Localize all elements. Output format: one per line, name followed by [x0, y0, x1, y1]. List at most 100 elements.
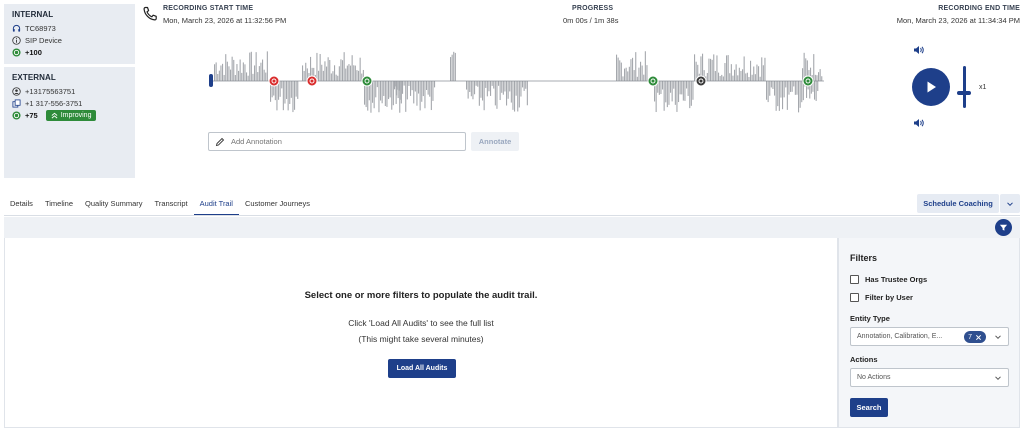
play-button[interactable]: [912, 68, 950, 106]
sentiment-icon: [12, 47, 21, 57]
waveform-bar: [708, 58, 710, 81]
tab-timeline[interactable]: Timeline: [39, 192, 79, 216]
internal-title: INTERNAL: [12, 10, 54, 19]
waveform-bar: [419, 81, 421, 111]
waveform-bar: [734, 69, 736, 81]
waveform-bar: [297, 81, 299, 99]
waveform-bar: [316, 52, 318, 81]
event-marker-comment[interactable]: [695, 75, 707, 87]
waveform-bar: [777, 81, 779, 107]
filter-by-user-checkbox[interactable]: [850, 293, 859, 302]
internal-score: +100: [25, 47, 42, 57]
recording-end-value: Mon, March 23, 2026 at 11:34:34 PM: [896, 16, 1020, 25]
waveform-bar: [234, 75, 236, 81]
empty-state-hint: Click 'Load All Audits' to see the full …: [348, 318, 494, 328]
waveform-bar: [215, 62, 217, 81]
volume-up-icon[interactable]: [913, 45, 925, 55]
tab-quality-summary[interactable]: Quality Summary: [79, 192, 149, 216]
waveform-bar: [383, 81, 385, 96]
waveform-bar: [622, 76, 624, 81]
copy-icon[interactable]: [12, 98, 21, 108]
waveform-bar: [226, 61, 228, 81]
waveform-bar: [762, 65, 764, 81]
event-marker-positive[interactable]: [361, 75, 373, 87]
has-trustee-orgs-label: Has Trustee Orgs: [865, 275, 928, 284]
waveform-bar: [509, 81, 511, 92]
waveform-bar: [682, 81, 684, 101]
event-marker-positive[interactable]: [802, 75, 814, 87]
waveform-bar: [775, 81, 777, 111]
waveform-bar: [619, 60, 621, 81]
recording-end-label: RECORDING END TIME: [938, 5, 1020, 12]
entity-type-select[interactable]: Annotation, Calibration, E... 7: [850, 327, 1009, 346]
waveform-bar: [375, 81, 377, 98]
tab-customer-journeys[interactable]: Customer Journeys: [239, 192, 316, 216]
speed-slider-handle[interactable]: [957, 91, 971, 95]
filter-by-user-checkbox-row[interactable]: Filter by User: [850, 293, 913, 302]
waveform-bar: [474, 81, 476, 95]
waveform-bar: [384, 81, 386, 107]
audit-trail-content: Select one or more filters to populate t…: [4, 238, 838, 428]
waveform-bar: [801, 81, 803, 103]
waveform-bar: [774, 81, 776, 96]
waveform-bar: [726, 55, 728, 81]
tab-audit-trail[interactable]: Audit Trail: [193, 192, 239, 216]
annotation-field[interactable]: [208, 132, 466, 151]
waveform-bar: [228, 66, 230, 81]
search-button[interactable]: Search: [850, 398, 888, 417]
waveform-bar: [246, 72, 248, 81]
waveform-bar: [305, 62, 307, 81]
volume-down-icon[interactable]: [913, 118, 925, 128]
waveform-bar: [666, 81, 668, 108]
waveform-bar: [238, 70, 240, 81]
event-marker-negative[interactable]: [268, 75, 280, 87]
external-phone2-row: +1 317-556-3751: [12, 97, 127, 109]
has-trustee-orgs-checkbox[interactable]: [850, 275, 859, 284]
annotate-button[interactable]: Annotate: [471, 132, 519, 151]
waveform-bar: [719, 76, 721, 81]
recording-start-label: RECORDING START TIME: [163, 5, 254, 12]
waveform-bar: [640, 61, 642, 81]
waveform-bar: [522, 81, 524, 88]
filter-toggle-button[interactable]: [995, 219, 1012, 236]
schedule-coaching-dropdown[interactable]: [1000, 194, 1020, 213]
waveform-bar: [350, 65, 352, 81]
waveform-bar: [230, 69, 232, 81]
waveform-bar: [356, 70, 358, 81]
waveform-bar: [730, 64, 732, 81]
tab-transcript[interactable]: Transcript: [149, 192, 194, 216]
user-circle-icon: [12, 86, 21, 96]
waveform-bar: [422, 81, 424, 97]
waveform-bar: [745, 73, 747, 81]
waveform-bar: [819, 69, 821, 81]
waveform-bar: [279, 81, 281, 97]
tab-details[interactable]: Details: [4, 192, 39, 216]
event-marker-negative[interactable]: [306, 75, 318, 87]
waveform-bar: [335, 74, 337, 81]
waveform-bar: [632, 57, 634, 81]
playhead[interactable]: [209, 74, 213, 87]
waveform-bar: [466, 81, 468, 90]
annotation-input[interactable]: [231, 137, 451, 146]
schedule-coaching-button[interactable]: Schedule Coaching: [917, 194, 999, 213]
waveform-bar: [411, 81, 413, 91]
waveform-bar: [348, 64, 350, 81]
event-marker-positive[interactable]: [647, 75, 659, 87]
waveform-bar: [214, 64, 216, 81]
has-trustee-orgs-checkbox-row[interactable]: Has Trustee Orgs: [850, 275, 927, 284]
waveform-bar: [469, 81, 471, 93]
waveform-bar: [678, 81, 680, 103]
waveform-bar: [281, 81, 283, 89]
waveform-bar: [303, 70, 305, 81]
load-all-audits-button[interactable]: Load All Audits: [388, 359, 456, 378]
waveform-bar: [427, 81, 429, 95]
actions-select[interactable]: No Actions: [850, 368, 1009, 387]
waveform-bar: [670, 81, 672, 93]
waveform-bar: [395, 81, 397, 104]
speed-slider-track[interactable]: [963, 66, 966, 108]
waveform[interactable]: [206, 46, 828, 118]
entity-type-label: Entity Type: [850, 314, 890, 323]
waveform-bar: [231, 56, 233, 81]
entity-type-count-chip[interactable]: 7: [964, 331, 986, 343]
waveform-bar: [429, 81, 431, 97]
